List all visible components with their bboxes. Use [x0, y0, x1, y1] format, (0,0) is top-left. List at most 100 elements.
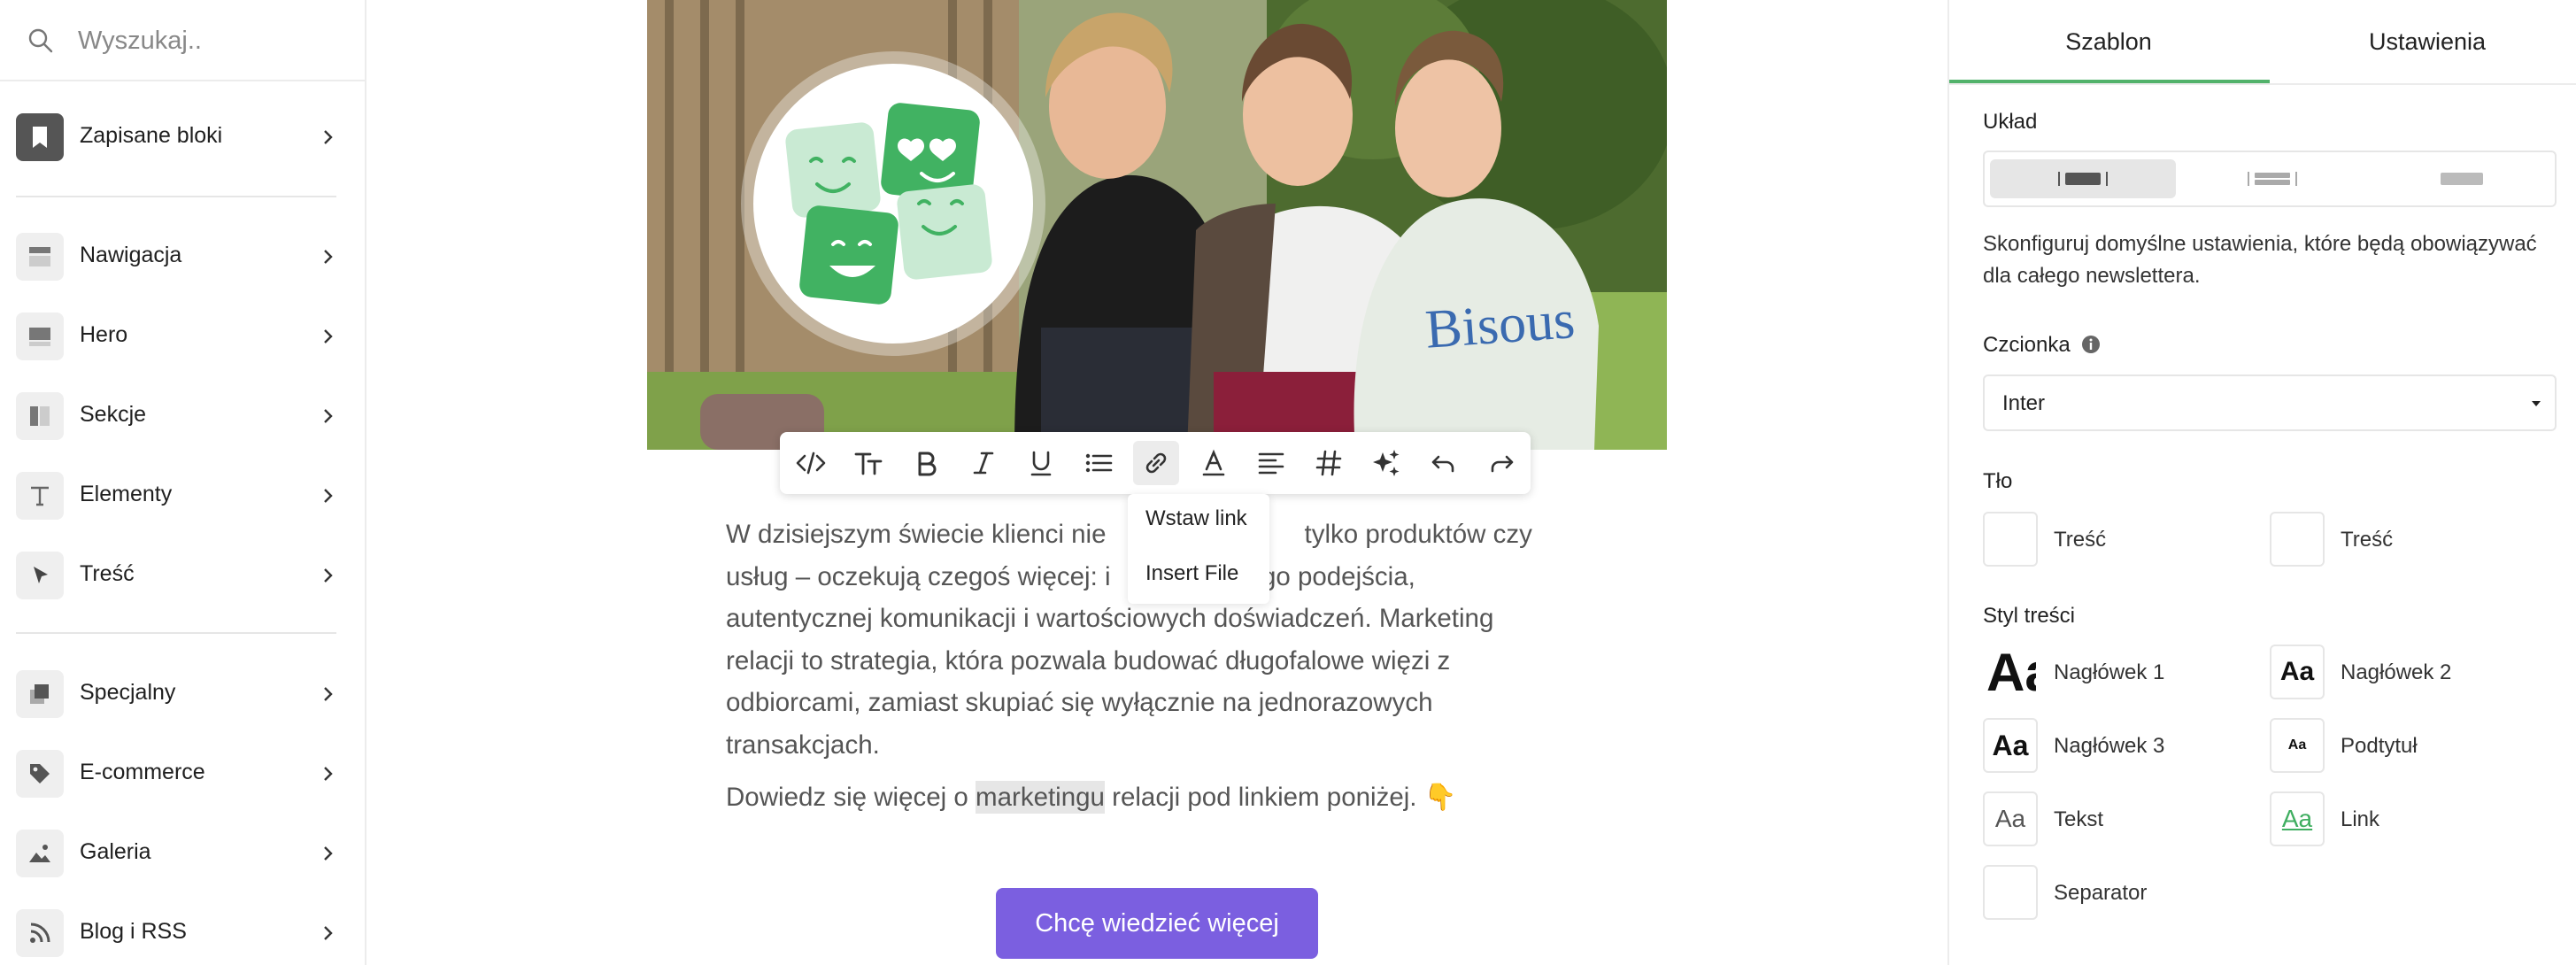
- background-label: Treść: [2054, 528, 2107, 552]
- link-button[interactable]: [1133, 441, 1179, 485]
- link-label: Link: [2341, 807, 2380, 831]
- format-toolbar: [780, 432, 1531, 494]
- sidebar-item-ecommerce[interactable]: E-commerce: [0, 738, 365, 809]
- layout-medium-icon: [2248, 172, 2297, 186]
- sidebar-item-label: Elementy: [80, 482, 173, 506]
- chevron-right-icon: [324, 568, 333, 583]
- list-button[interactable]: [1076, 441, 1122, 485]
- chevron-right-icon: [324, 130, 333, 144]
- panel-description: Skonfiguruj domyślne ustawienia, które b…: [1983, 232, 2537, 288]
- rss-icon: [16, 909, 64, 957]
- body-paragraph-2[interactable]: Dowiedz się więcej o marketingu relacji …: [726, 781, 1457, 814]
- chevron-right-icon: [324, 846, 333, 861]
- redo-button[interactable]: [1478, 441, 1524, 485]
- separator-label: Separator: [2054, 881, 2148, 905]
- subtitle-label: Podtytuł: [2341, 734, 2418, 758]
- tab-template[interactable]: Szablon: [1949, 0, 2268, 83]
- content-style-title: Styl treści: [1983, 604, 2076, 628]
- sidebar-item-label: Treść: [80, 561, 135, 586]
- text-color-button[interactable]: [1191, 441, 1237, 485]
- align-button[interactable]: [1248, 441, 1294, 485]
- text-line: odbiorcami, zamiast skupiać się wyłączni…: [726, 688, 1433, 717]
- code-button[interactable]: [788, 441, 834, 485]
- cta-button[interactable]: Chcę wiedzieć więcej: [996, 888, 1318, 959]
- heading-1-label: Nagłówek 1: [2054, 660, 2165, 684]
- layout-narrow-icon: [2058, 172, 2108, 186]
- svg-text:Bisous: Bisous: [1423, 290, 1577, 360]
- background-title: Tło: [1983, 469, 2013, 493]
- insert-link-option[interactable]: Wstaw link: [1145, 506, 1247, 531]
- sidebar-item-content[interactable]: Treść: [0, 540, 365, 611]
- italic-icon: [973, 452, 994, 475]
- underline-button[interactable]: [1018, 441, 1064, 485]
- bold-icon: [918, 452, 937, 476]
- heading-2-preview[interactable]: Aa: [2270, 645, 2325, 699]
- navigation-layout-icon: [16, 233, 64, 281]
- text-segment: relacji pod linkiem poniżej. 👇: [1104, 783, 1457, 812]
- font-title: Czcionka: [1983, 333, 2101, 358]
- bold-button[interactable]: [903, 441, 949, 485]
- separator-preview[interactable]: [1983, 865, 2038, 920]
- hashtag-button[interactable]: [1306, 441, 1352, 485]
- chevron-right-icon: [324, 489, 333, 503]
- divider: [16, 632, 336, 634]
- subtitle-preview[interactable]: Aa: [2270, 718, 2325, 773]
- text-segment: Dowiedz się więcej o: [726, 783, 976, 812]
- italic-button[interactable]: [960, 441, 1006, 485]
- ai-button[interactable]: [1363, 441, 1409, 485]
- sidebar-item-blog-rss[interactable]: Blog i RSS: [0, 898, 365, 965]
- selected-text[interactable]: marketingu: [976, 781, 1105, 814]
- font-select-value: Inter: [2002, 391, 2046, 415]
- heading-1-preview[interactable]: Aa: [1983, 645, 2038, 699]
- search-icon: [28, 28, 53, 53]
- chevron-right-icon: [324, 767, 333, 781]
- text-line: autentycznej komunikacji i wartościowych…: [726, 604, 1494, 633]
- layout-full-icon: [2441, 173, 2483, 185]
- ai-sparkle-icon: [1373, 450, 1400, 476]
- search-bar: [0, 0, 365, 81]
- layout-option-1[interactable]: [1990, 159, 2176, 198]
- sidebar-item-special[interactable]: Specjalny: [0, 659, 365, 730]
- text-color-icon: [1202, 449, 1225, 476]
- link-preview[interactable]: Aa: [2270, 791, 2325, 846]
- sidebar-item-sections[interactable]: Sekcje: [0, 381, 365, 452]
- background-color-swatch[interactable]: [1983, 512, 2038, 567]
- content-background-label: Treść: [2341, 528, 2394, 552]
- sidebar-item-navigation[interactable]: Nawigacja: [0, 221, 365, 292]
- font-select[interactable]: Inter: [1983, 374, 2557, 431]
- bookmark-icon: [16, 113, 64, 161]
- search-input[interactable]: [78, 19, 343, 62]
- info-icon[interactable]: [2081, 335, 2101, 354]
- text-size-button[interactable]: [845, 441, 891, 485]
- sidebar-item-label: Zapisane bloki: [80, 123, 223, 148]
- sidebar-item-label: E-commerce: [80, 760, 205, 784]
- sidebar-item-saved-blocks[interactable]: Zapisane bloki: [0, 102, 365, 173]
- heading-3-preview[interactable]: Aa: [1983, 718, 2038, 773]
- content-background-swatch[interactable]: [2270, 512, 2325, 567]
- layout-option-3[interactable]: [2369, 159, 2555, 198]
- link-menu: Wstaw link Insert File: [1128, 494, 1269, 604]
- layout-title: Układ: [1983, 110, 2038, 134]
- heading-3-label: Nagłówek 3: [2054, 734, 2165, 758]
- text-preview[interactable]: Aa: [1983, 791, 2038, 846]
- layout-selector: [1983, 151, 2557, 207]
- hero-image[interactable]: Bisous: [647, 0, 1667, 450]
- chevron-right-icon: [324, 329, 333, 344]
- layout-option-2[interactable]: [2179, 159, 2365, 198]
- text-line: transakcjach.: [726, 730, 880, 760]
- hero-layout-icon: [16, 313, 64, 360]
- redo-icon: [1491, 455, 1514, 473]
- undo-button[interactable]: [1421, 441, 1467, 485]
- settings-panel: Szablon Ustawienia Układ Skonfiguruj dom…: [1947, 0, 2576, 965]
- sections-layout-icon: [16, 392, 64, 440]
- insert-file-option[interactable]: Insert File: [1145, 561, 1238, 586]
- caret-down-icon: [2532, 401, 2541, 406]
- sidebar-item-hero[interactable]: Hero: [0, 301, 365, 372]
- sidebar-item-elements[interactable]: Elementy: [0, 460, 365, 531]
- code-icon: [796, 452, 826, 475]
- tab-settings[interactable]: Ustawienia: [2268, 0, 2576, 83]
- sidebar-item-gallery[interactable]: Galeria: [0, 818, 365, 889]
- sidebar-item-label: Specjalny: [80, 680, 176, 705]
- divider: [16, 196, 336, 197]
- list-icon: [1085, 453, 1113, 473]
